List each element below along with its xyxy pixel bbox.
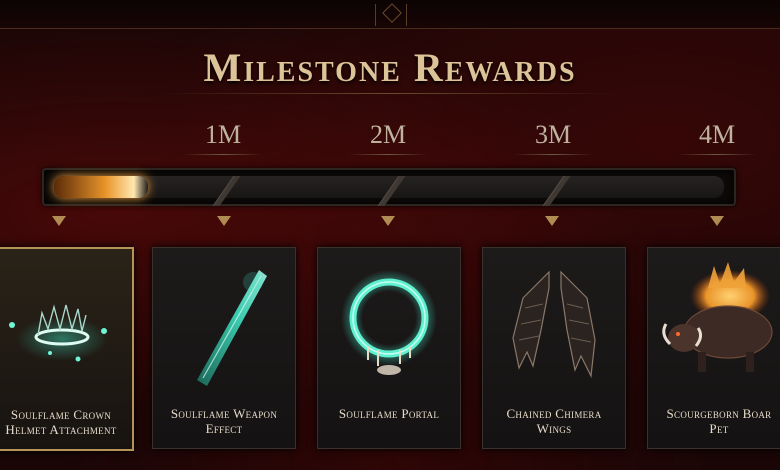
reward-name: Chained Chimera Wings	[506, 406, 602, 436]
milestone-label-1m: 1M	[178, 120, 268, 155]
weapon-effect-icon	[153, 248, 295, 398]
milestone-label-2m: 2M	[343, 120, 433, 155]
milestone-pointer-icon	[545, 216, 559, 226]
title-divider	[160, 93, 620, 94]
milestone-label-3m: 3M	[508, 120, 598, 155]
progress-divider	[212, 176, 241, 206]
page-title: Milestone Rewards	[203, 45, 577, 90]
reward-card-chained-chimera-wings[interactable]: Chained Chimera Wings	[482, 247, 626, 449]
milestone-pointer-icon	[710, 216, 724, 226]
portal-icon	[318, 248, 460, 398]
reward-card-soulflame-portal[interactable]: Soulflame Portal	[317, 247, 461, 449]
milestone-label-4m: 4M	[672, 120, 762, 155]
progress-divider	[377, 176, 406, 206]
progress-track	[54, 176, 724, 206]
milestone-pointer-icon	[381, 216, 395, 226]
crown-icon	[0, 249, 132, 399]
progress-bar	[42, 168, 736, 206]
milestone-pointer-icon	[217, 216, 231, 226]
reward-name: Soulflame Portal	[338, 406, 440, 421]
reward-name: Soulflame Weapon Effect	[170, 406, 278, 436]
reward-name: Soulflame Crown Helmet Attachment	[5, 407, 117, 437]
milestone-pointer-icon	[52, 216, 66, 226]
reward-card-soulflame-weapon-effect[interactable]: Soulflame Weapon Effect	[152, 247, 296, 449]
ornament-gem-icon	[375, 4, 407, 26]
reward-card-soulflame-crown[interactable]: Soulflame Crown Helmet Attachment	[0, 247, 134, 451]
progress-divider	[542, 176, 571, 206]
progress-fill	[54, 176, 148, 198]
reward-name: Scourgeborn Boar Pet	[666, 406, 772, 436]
reward-card-scourgeborn-boar-pet[interactable]: Scourgeborn Boar Pet	[647, 247, 780, 449]
wings-icon	[483, 248, 625, 398]
top-ornament	[0, 0, 780, 29]
boar-pet-icon	[648, 248, 780, 398]
